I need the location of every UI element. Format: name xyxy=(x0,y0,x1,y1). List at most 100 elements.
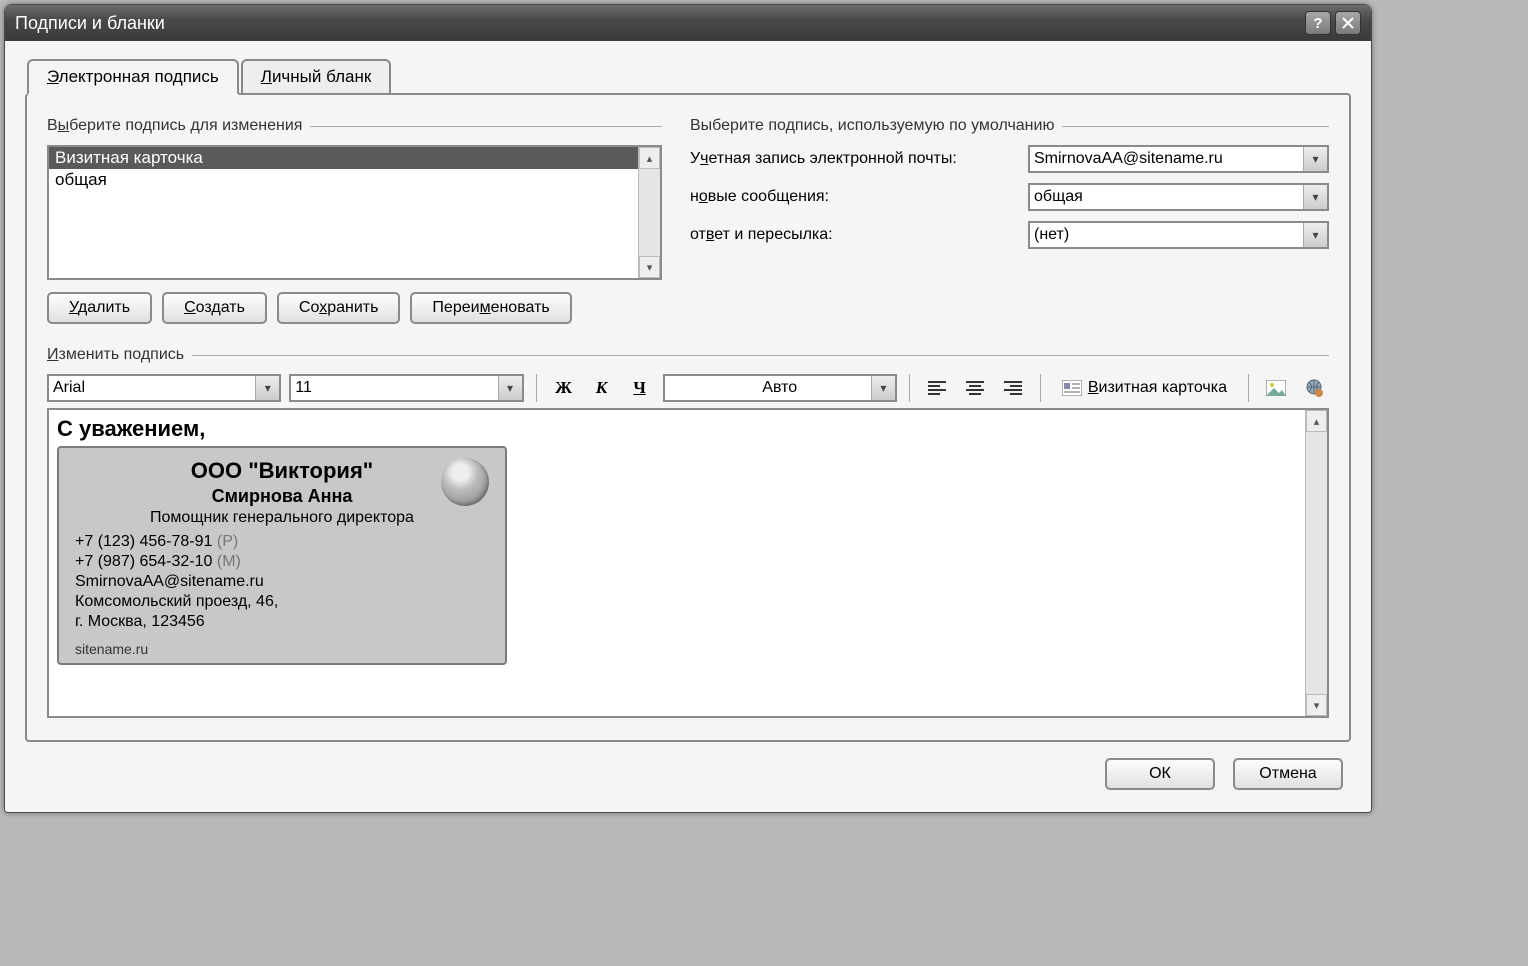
tab-mnemonic: Л xyxy=(261,67,272,86)
tab-label-rest: лектронная подпись xyxy=(59,67,219,86)
font-select[interactable]: Arial ▾ xyxy=(47,374,281,402)
align-left-button[interactable] xyxy=(922,374,952,402)
tab-panel-signature: Выберите подпись для изменения Визитная … xyxy=(25,93,1351,742)
titlebar: Подписи и бланки ? xyxy=(5,5,1371,41)
align-right-icon xyxy=(1004,381,1022,395)
card-email: SmirnovaAA@sitename.ru xyxy=(75,573,489,591)
tab-personal-stationery[interactable]: Личный бланк xyxy=(241,59,392,95)
new-button[interactable]: Создать xyxy=(162,292,267,324)
chevron-down-icon: ▾ xyxy=(1303,147,1327,171)
ok-button[interactable]: ОК xyxy=(1105,758,1215,790)
tab-email-signature[interactable]: Электронная подпись xyxy=(27,59,239,95)
business-card-button[interactable]: Визитная карточка xyxy=(1053,375,1236,401)
font-color-select[interactable]: Авто ▾ xyxy=(663,374,897,402)
italic-button[interactable]: К xyxy=(587,374,617,402)
row-new-messages: новые сообщения: общая ▾ xyxy=(690,183,1329,211)
list-item[interactable]: Визитная карточка xyxy=(49,147,660,169)
separator xyxy=(909,374,910,402)
reply-forward-value: (нет) xyxy=(1034,226,1069,244)
account-value: SmirnovaAA@sitename.ru xyxy=(1034,150,1223,168)
business-card-preview[interactable]: ООО "Виктория" Смирнова Анна Помощник ге… xyxy=(57,446,507,665)
group-legend-edit: Изменить подпись xyxy=(47,346,1329,364)
align-left-icon xyxy=(928,381,946,395)
list-item[interactable]: общая xyxy=(49,169,660,191)
help-button[interactable]: ? xyxy=(1305,11,1331,35)
font-size-select[interactable]: 11 ▾ xyxy=(289,374,523,402)
card-phone-work: +7 (123) 456-78-91 (Р) xyxy=(75,533,489,551)
rule xyxy=(192,355,1329,356)
scroll-up-icon[interactable]: ▴ xyxy=(1306,410,1327,432)
rename-button[interactable]: Переименовать xyxy=(410,292,571,324)
cancel-button[interactable]: Отмена xyxy=(1233,758,1343,790)
tab-strip: Электронная подпись Личный бланк xyxy=(27,59,1351,95)
select-signature-group: Выберите подпись для изменения Визитная … xyxy=(47,113,662,324)
default-signature-group: Выберите подпись, используемую по умолча… xyxy=(690,113,1329,324)
card-address-2: г. Москва, 123456 xyxy=(75,613,489,631)
titlebar-buttons: ? xyxy=(1305,11,1361,35)
dialog-signatures-stationery: Подписи и бланки ? Электронная подпись Л… xyxy=(4,4,1372,813)
insert-hyperlink-button[interactable] xyxy=(1299,374,1329,402)
chevron-down-icon: ▾ xyxy=(255,376,279,400)
font-size-value: 11 xyxy=(295,379,312,397)
signature-list[interactable]: Визитная карточка общая ▴ ▾ xyxy=(47,145,662,280)
separator xyxy=(1248,374,1249,402)
separator xyxy=(1040,374,1041,402)
list-buttons: Удалить Создать Сохранить Переименовать xyxy=(47,292,662,324)
reply-forward-select[interactable]: (нет) ▾ xyxy=(1028,221,1329,249)
card-website: sitename.ru xyxy=(75,641,489,657)
card-phone-mobile: +7 (987) 654-32-10 (М) xyxy=(75,553,489,571)
close-button[interactable] xyxy=(1335,11,1361,35)
new-messages-select[interactable]: общая ▾ xyxy=(1028,183,1329,211)
tab-label-rest: ичный бланк xyxy=(272,67,371,86)
group-legend-select: Выберите подпись для изменения xyxy=(47,117,662,135)
align-right-button[interactable] xyxy=(998,374,1028,402)
editor-scrollbar[interactable]: ▴ ▾ xyxy=(1305,410,1327,716)
chevron-down-icon: ▾ xyxy=(871,376,895,400)
label-new-messages: новые сообщения: xyxy=(690,188,1020,206)
hyperlink-icon xyxy=(1304,379,1324,397)
label-account: Учетная запись электронной почты: xyxy=(690,150,1020,168)
font-color-value: Авто xyxy=(762,379,797,397)
font-value: Arial xyxy=(53,379,85,397)
greeting-text: С уважением, xyxy=(57,416,1319,442)
card-job-title: Помощник генерального директора xyxy=(75,509,489,527)
window-title: Подписи и бланки xyxy=(15,13,165,34)
avatar-icon xyxy=(441,458,489,506)
business-card-icon xyxy=(1062,380,1082,396)
card-name: Смирнова Анна xyxy=(75,486,489,507)
picture-icon xyxy=(1266,380,1286,396)
separator xyxy=(536,374,537,402)
scroll-down-icon[interactable]: ▾ xyxy=(639,256,660,278)
row-account: Учетная запись электронной почты: Smirno… xyxy=(690,145,1329,173)
dialog-footer: ОК Отмена xyxy=(25,742,1351,794)
row-reply-forward: ответ и пересылка: (нет) ▾ xyxy=(690,221,1329,249)
save-button[interactable]: Сохранить xyxy=(277,292,401,324)
underline-button[interactable]: Ч xyxy=(625,374,655,402)
close-icon xyxy=(1342,17,1354,29)
align-center-button[interactable] xyxy=(960,374,990,402)
chevron-down-icon: ▾ xyxy=(1303,223,1327,247)
dialog-body: Электронная подпись Личный бланк Выберит… xyxy=(5,41,1371,812)
tab-mnemonic: Э xyxy=(47,67,59,86)
rule xyxy=(1062,126,1329,127)
align-center-icon xyxy=(966,381,984,395)
account-select[interactable]: SmirnovaAA@sitename.ru ▾ xyxy=(1028,145,1329,173)
bold-button[interactable]: Ж xyxy=(549,374,579,402)
insert-picture-button[interactable] xyxy=(1261,374,1291,402)
list-scrollbar[interactable]: ▴ ▾ xyxy=(638,147,660,278)
label-reply-forward: ответ и пересылка: xyxy=(690,226,1020,244)
new-messages-value: общая xyxy=(1034,188,1083,206)
card-address-1: Комсомольский проезд, 46, xyxy=(75,593,489,611)
card-company: ООО "Виктория" xyxy=(75,458,489,484)
rule xyxy=(310,126,662,127)
editor-toolbar: Arial ▾ 11 ▾ Ж К Ч Авто ▾ xyxy=(47,374,1329,402)
scroll-down-icon[interactable]: ▾ xyxy=(1306,694,1327,716)
chevron-down-icon: ▾ xyxy=(1303,185,1327,209)
edit-signature-group: Изменить подпись Arial ▾ 11 ▾ Ж К Ч xyxy=(47,346,1329,718)
scroll-up-icon[interactable]: ▴ xyxy=(639,147,660,169)
delete-button[interactable]: Удалить xyxy=(47,292,152,324)
group-legend-defaults: Выберите подпись, используемую по умолча… xyxy=(690,117,1329,135)
chevron-down-icon: ▾ xyxy=(498,376,522,400)
signature-editor[interactable]: С уважением, ООО "Виктория" Смирнова Анн… xyxy=(47,408,1329,718)
top-row: Выберите подпись для изменения Визитная … xyxy=(47,113,1329,324)
